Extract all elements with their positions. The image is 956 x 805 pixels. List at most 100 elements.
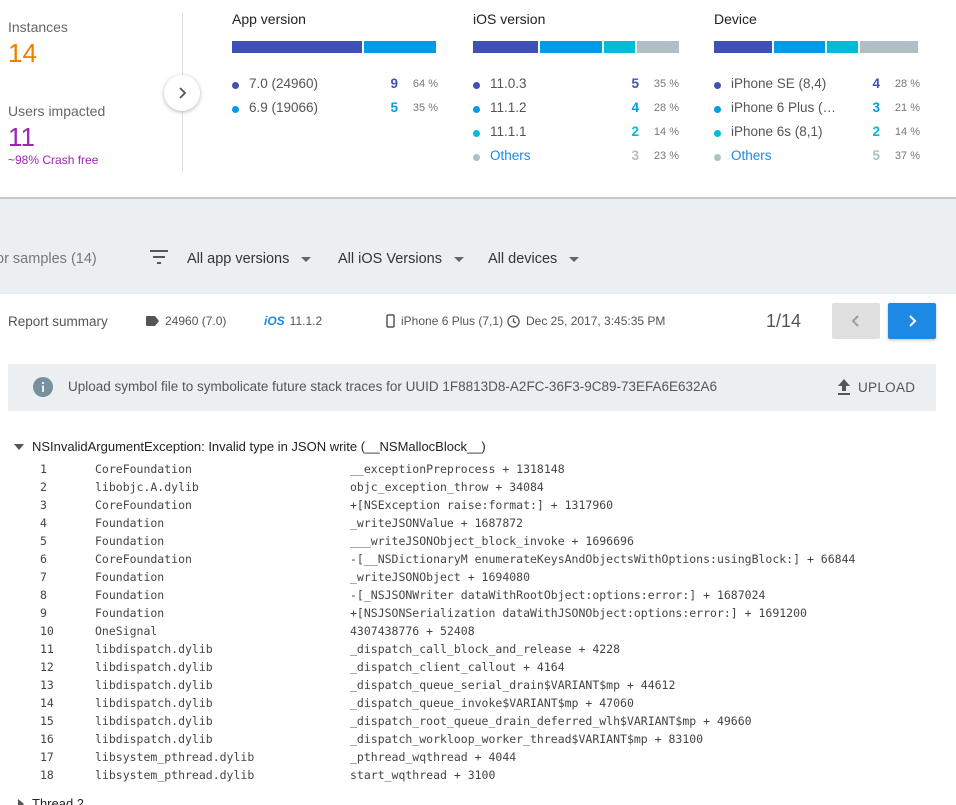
legend-dot	[714, 82, 721, 89]
device-bar	[714, 41, 920, 53]
date-value: Dec 25, 2017, 3:45:35 PM	[526, 314, 666, 328]
bar-segment	[232, 41, 362, 53]
ios-versions-label: All iOS Versions	[338, 251, 442, 267]
ios-badge-icon: iOS	[264, 314, 285, 328]
users-impacted-value: 11	[8, 122, 35, 152]
report-summary-label: Report summary	[8, 314, 108, 329]
frame-number: 3	[40, 498, 47, 512]
stack-frame-row: 2 libobjc.A.dylib objc_exception_throw + 3…	[0, 478, 956, 496]
device-title: Device	[714, 11, 757, 27]
frame-library: libdispatch.dylib	[95, 732, 213, 746]
frame-number: 5	[40, 534, 47, 548]
ios-versions-dropdown[interactable]: All iOS Versions	[338, 251, 464, 267]
exception-header[interactable]: NSInvalidArgumentException: Invalid type…	[14, 439, 486, 454]
upload-button[interactable]: UPLOAD	[836, 378, 915, 396]
others-link[interactable]: Others	[731, 148, 772, 163]
samples-tab[interactable]: or samples (14)	[0, 251, 97, 267]
upload-icon	[838, 379, 850, 395]
frame-symbol: 4307438776 + 52408	[350, 624, 475, 638]
devices-dropdown[interactable]: All devices	[488, 251, 580, 267]
collapse-triangle-icon	[18, 798, 24, 805]
caret-down-icon	[301, 256, 312, 262]
thread-2-header[interactable]: Thread 2	[18, 796, 84, 805]
bar-segment	[637, 41, 679, 53]
row-percent: 35 %	[412, 102, 438, 114]
stack-frame-row: 3 CoreFoundation +[NSException raise:forma…	[0, 496, 956, 514]
frame-symbol: +[NSException raise:format:] + 1317960	[350, 498, 614, 512]
legend-dot	[714, 154, 721, 161]
row-name: iPhone 6s (8,1)	[731, 124, 823, 139]
stack-trace: 1 CoreFoundation __exceptionPreprocess + 1…	[0, 460, 956, 784]
ios-version-row: 11.1.2 4 28 %	[473, 99, 679, 119]
legend-dot	[714, 130, 721, 137]
devices-label: All devices	[488, 251, 558, 267]
stack-frame-row: 12 libdispatch.dylib _dispatch_client_call…	[0, 658, 956, 676]
filter-bar: or samples (14) All app versions All iOS…	[0, 227, 956, 291]
frame-number: 17	[40, 750, 54, 764]
row-count: 4	[631, 100, 639, 115]
row-percent: 14 %	[653, 126, 679, 138]
row-count: 3	[872, 100, 880, 115]
frame-symbol: -[__NSDictionaryM enumerateKeysAndObject…	[350, 552, 856, 566]
row-count: 5	[872, 148, 880, 163]
users-impacted-label: Users impacted	[8, 103, 106, 119]
frame-number: 10	[40, 624, 54, 638]
bar-segment	[860, 41, 918, 53]
stack-frame-row: 5 Foundation ___writeJSONObject_block_invo…	[0, 532, 956, 550]
frame-library: libdispatch.dylib	[95, 714, 213, 728]
frame-library: libobjc.A.dylib	[95, 480, 199, 494]
filter-icon[interactable]	[149, 249, 169, 269]
frame-library: Foundation	[95, 534, 165, 548]
stack-frame-row: 15 libdispatch.dylib _dispatch_root_queue_…	[0, 712, 956, 730]
row-percent: 28 %	[894, 78, 920, 90]
others-link[interactable]: Others	[490, 148, 531, 163]
legend-dot	[232, 106, 239, 113]
bar-segment	[714, 41, 772, 53]
frame-symbol: start_wqthread + 3100	[350, 768, 496, 782]
tag-icon	[146, 316, 159, 326]
stack-frame-row: 7 Foundation _writeJSONObject + 1694080	[0, 568, 956, 586]
frame-library: libsystem_pthread.dylib	[95, 768, 255, 782]
frame-number: 16	[40, 732, 54, 746]
bar-segment	[540, 41, 602, 53]
stack-frame-row: 16 libdispatch.dylib _dispatch_workloop_wo…	[0, 730, 956, 748]
device-value: iPhone 6 Plus (7,1)	[401, 314, 504, 328]
caret-down-icon	[453, 256, 464, 262]
instances-label: Instances	[8, 19, 68, 35]
frame-library: OneSignal	[95, 624, 158, 638]
frame-number: 6	[40, 552, 47, 566]
caret-down-icon	[569, 256, 580, 262]
previous-button[interactable]	[832, 303, 880, 339]
frame-symbol: _dispatch_client_callout + 4164	[350, 660, 565, 674]
frame-number: 2	[40, 480, 47, 494]
frame-symbol: objc_exception_throw + 34084	[350, 480, 544, 494]
ios-version-row[interactable]: Others 3 23 %	[473, 147, 679, 167]
frame-number: 1	[40, 462, 47, 476]
frame-library: Foundation	[95, 606, 165, 620]
device-row[interactable]: Others 5 37 %	[714, 147, 920, 167]
chevron-left-icon	[851, 315, 859, 327]
frame-symbol: _dispatch_queue_invoke$VARIANT$mp + 4706…	[350, 696, 634, 710]
stack-frame-row: 9 Foundation +[NSJSONSerialization dataWit…	[0, 604, 956, 622]
stack-frame-row: 10 OneSignal 4307438776 + 52408	[0, 622, 956, 640]
frame-symbol: _dispatch_workloop_worker_thread$VARIANT…	[350, 732, 704, 746]
instances-value: 14	[8, 38, 37, 68]
frame-symbol: _writeJSONObject + 1694080	[350, 570, 531, 584]
next-button[interactable]	[888, 303, 936, 339]
stats-card: Instances 14 Users impacted 11 ~98% Cras…	[0, 0, 956, 197]
legend-dot	[473, 130, 480, 137]
expand-button[interactable]	[164, 75, 200, 111]
frame-number: 4	[40, 516, 47, 530]
frame-number: 9	[40, 606, 47, 620]
frame-library: libdispatch.dylib	[95, 660, 213, 674]
app-versions-dropdown[interactable]: All app versions	[187, 251, 312, 267]
row-name: 6.9 (19066)	[249, 100, 319, 115]
date-info: Dec 25, 2017, 3:45:35 PM	[507, 314, 665, 328]
frame-symbol: _writeJSONValue + 1687872	[350, 516, 524, 530]
frame-library: libsystem_pthread.dylib	[95, 750, 255, 764]
thread-2-title: Thread 2	[32, 796, 85, 805]
row-count: 5	[631, 76, 639, 91]
frame-number: 8	[40, 588, 47, 602]
row-count: 2	[872, 124, 880, 139]
device-info: iPhone 6 Plus (7,1)	[386, 314, 503, 328]
